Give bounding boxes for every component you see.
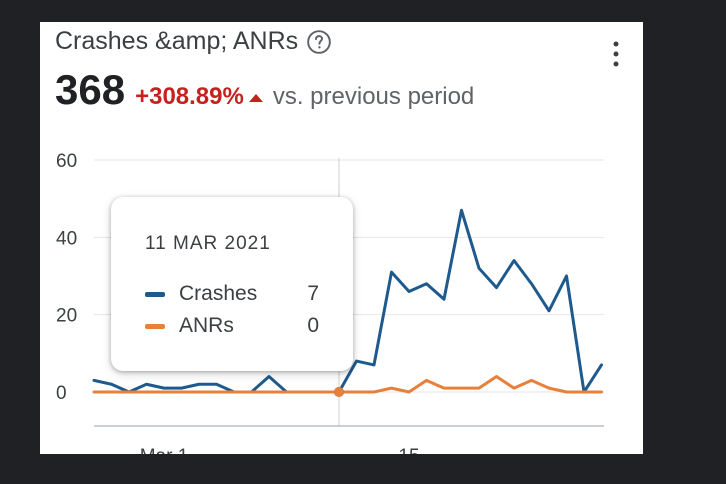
anrs-legend-swatch (145, 323, 165, 329)
y-tick-label: 60 (56, 151, 77, 172)
crashes-legend-swatch (145, 291, 165, 297)
tooltip-date: 11 MAR 2021 (145, 233, 271, 254)
x-tick-label: Mar 1 (140, 446, 189, 454)
chart-tooltip: 11 MAR 2021 Crashes 7 ANRs 0 (111, 197, 353, 371)
y-tick-label: 0 (56, 383, 67, 404)
y-tick-label: 40 (56, 228, 77, 249)
crashes-anrs-card: Crashes &amp; ANRs 368 +308.89% vs. prev… (40, 22, 643, 454)
x-tick-label: 15 (398, 446, 419, 454)
y-tick-label: 20 (56, 306, 77, 327)
tooltip-row-crashes: Crashes 7 (145, 282, 319, 306)
tooltip-row-anrs: ANRs 0 (145, 314, 319, 338)
tooltip-series-value: 0 (307, 314, 319, 337)
tooltip-series-name: Crashes (179, 282, 258, 305)
tooltip-series-name: ANRs (179, 314, 234, 337)
anrs-highlight-point (334, 387, 344, 397)
tooltip-series-value: 7 (307, 282, 319, 305)
